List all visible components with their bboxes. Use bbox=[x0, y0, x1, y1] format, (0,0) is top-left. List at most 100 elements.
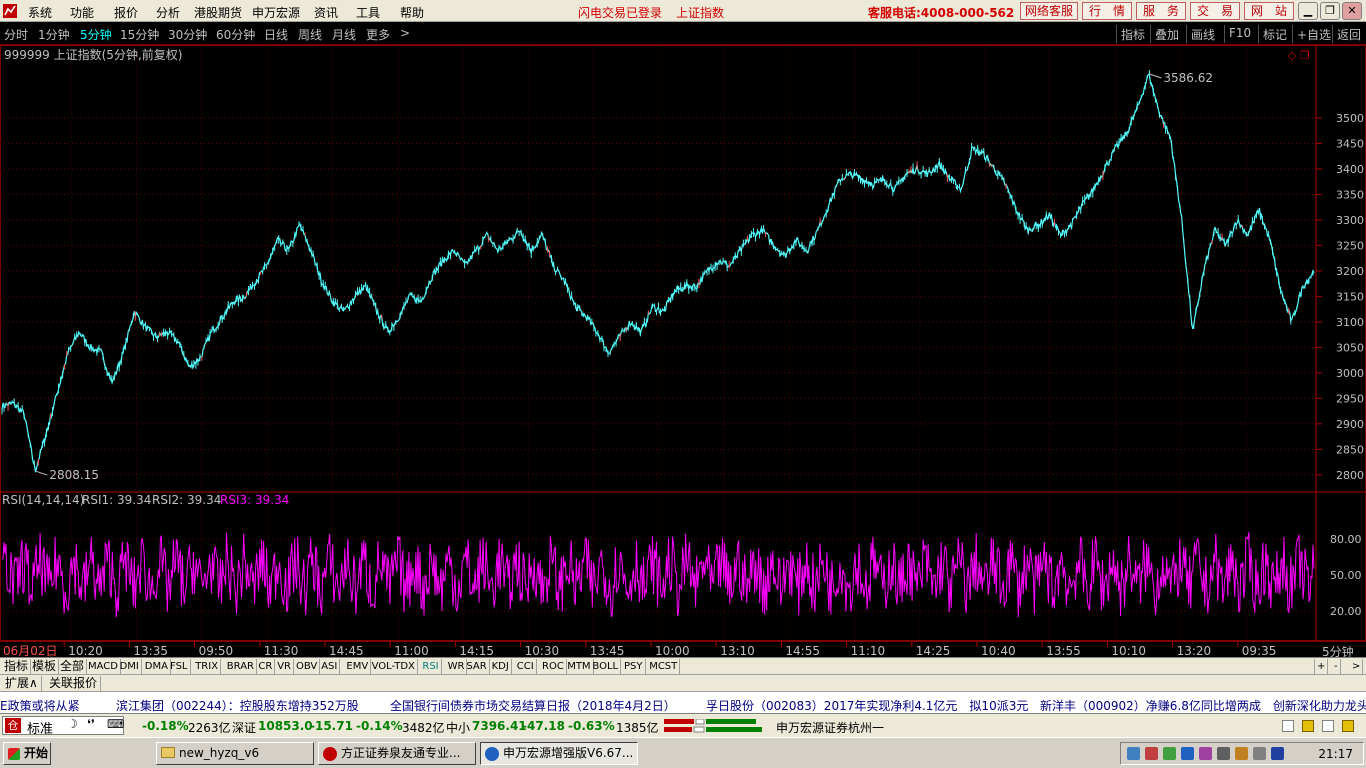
market-button[interactable]: 行 情 bbox=[1082, 2, 1132, 20]
tray-volume-icon[interactable] bbox=[1217, 747, 1230, 760]
quote-icon[interactable]: ❛❜ bbox=[87, 717, 95, 731]
indicator-tab-vr[interactable]: VR bbox=[275, 659, 294, 674]
status-info-icon[interactable] bbox=[1342, 720, 1354, 732]
menu-tools[interactable]: 工具 bbox=[356, 4, 380, 21]
period-weekly[interactable]: 周线 bbox=[298, 26, 322, 43]
period-monthly[interactable]: 月线 bbox=[332, 26, 356, 43]
more-arrow-icon[interactable]: > bbox=[400, 26, 410, 40]
tab-related-quotes[interactable]: 关联报价 bbox=[46, 676, 102, 691]
task-folder[interactable]: new_hyzq_v6 bbox=[156, 742, 314, 765]
ticker-item[interactable]: 孚日股份（002083）2017年实现净利4.1亿元 拟10派3元 bbox=[706, 697, 1028, 713]
indicator-tab-sar[interactable]: SAR bbox=[464, 659, 490, 674]
ticker-item[interactable]: E政策或将从紧 bbox=[0, 697, 80, 713]
indicator-tab-trix[interactable]: TRIX bbox=[193, 659, 222, 674]
x-tick-label: 14:45 bbox=[329, 644, 364, 658]
online-service-button[interactable]: 网络客服 bbox=[1020, 2, 1078, 20]
rsi-title: RSI(14,14,14) bbox=[2, 493, 84, 507]
period-daily[interactable]: 日线 bbox=[264, 26, 288, 43]
close-icon[interactable]: ✕ bbox=[1342, 2, 1362, 20]
status-window-icon[interactable] bbox=[1282, 720, 1294, 732]
period-60min[interactable]: 60分钟 bbox=[216, 26, 255, 43]
task-swhy[interactable]: 申万宏源增强版V6.67... bbox=[480, 742, 638, 765]
indicator-tab-模板[interactable]: 模板 bbox=[30, 659, 60, 674]
trade-button[interactable]: 交 易 bbox=[1190, 2, 1240, 20]
period-intraday[interactable]: 分时 bbox=[4, 26, 28, 43]
website-button[interactable]: 网 站 bbox=[1244, 2, 1294, 20]
night-mode-icon[interactable]: ☽ bbox=[67, 717, 78, 731]
tool-add-watchlist[interactable]: +自选 bbox=[1292, 25, 1335, 43]
y-tick-label: 3200 bbox=[1336, 265, 1364, 278]
ticker-item[interactable]: 滨江集团（002244）：控股股东增持352万股 bbox=[116, 697, 359, 713]
indicator-tab-dma[interactable]: DMA bbox=[143, 659, 171, 674]
tray-app-icon[interactable] bbox=[1145, 747, 1158, 760]
indicator-tab-rsi[interactable]: RSI bbox=[420, 659, 442, 674]
menu-swhy[interactable]: 申万宏源 bbox=[252, 4, 300, 21]
tab-extend[interactable]: 扩展∧ bbox=[2, 676, 42, 691]
menu-help[interactable]: 帮助 bbox=[400, 4, 424, 21]
indicator-tab-psy[interactable]: PSY bbox=[622, 659, 646, 674]
menu-hk-futures[interactable]: 港股期货 bbox=[194, 4, 242, 21]
service-button[interactable]: 服 务 bbox=[1136, 2, 1186, 20]
indicator-tab-mcst[interactable]: MCST bbox=[647, 659, 681, 674]
menu-system[interactable]: 系统 bbox=[28, 4, 52, 21]
tray-antivirus-icon[interactable] bbox=[1199, 747, 1212, 760]
period-more[interactable]: 更多 bbox=[366, 26, 390, 43]
indicator-add-button[interactable]: + bbox=[1314, 659, 1329, 674]
period-5min[interactable]: 5分钟 bbox=[80, 26, 112, 43]
tool-f10[interactable]: F10 bbox=[1224, 25, 1255, 43]
menu-news[interactable]: 资讯 bbox=[314, 4, 338, 21]
tool-draw[interactable]: 画线 bbox=[1186, 25, 1219, 43]
indicator-tab-指标[interactable]: 指标 bbox=[2, 659, 32, 674]
menu-analysis[interactable]: 分析 bbox=[156, 4, 180, 21]
indicator-tab-kdj[interactable]: KDJ bbox=[490, 659, 512, 674]
keyboard-icon[interactable]: ⌨ bbox=[107, 717, 124, 731]
tool-indicator[interactable]: 指标 bbox=[1116, 25, 1149, 43]
tray-update-icon[interactable] bbox=[1181, 747, 1194, 760]
zx-name: 中小 bbox=[446, 721, 471, 735]
indicator-tab-fsl[interactable]: FSL bbox=[168, 659, 191, 674]
period-1min[interactable]: 1分钟 bbox=[38, 26, 70, 43]
indicator-tab-brar[interactable]: BRAR bbox=[225, 659, 257, 674]
clock: 21:17 bbox=[1318, 747, 1353, 761]
chart-expand-icon[interactable]: ◇ ❐ bbox=[1288, 49, 1310, 62]
tool-overlay[interactable]: 叠加 bbox=[1150, 25, 1183, 43]
bluetooth-icon[interactable] bbox=[1271, 747, 1284, 760]
indicator-tab-macd[interactable]: MACD bbox=[86, 659, 121, 674]
tray-security-icon[interactable] bbox=[1163, 747, 1176, 760]
indicator-tab-cci[interactable]: CCI bbox=[515, 659, 537, 674]
indicator-tab-roc[interactable]: ROC bbox=[540, 659, 567, 674]
status-menu-icon[interactable] bbox=[1322, 720, 1334, 732]
chart-area[interactable]: 2800 2850 2900 2950 3000 3050 3100 3150 3200 3250… bbox=[0, 45, 1366, 641]
mode-selector[interactable]: 仓 标准 ☽ ❛❜ ⌨ bbox=[2, 716, 124, 737]
start-button[interactable]: 开始 bbox=[3, 742, 51, 765]
indicator-tab-boll[interactable]: BOLL bbox=[590, 659, 622, 674]
indicator-tab-mtm[interactable]: MTM bbox=[565, 659, 594, 674]
indicator-tab-全部[interactable]: 全部 bbox=[58, 659, 88, 674]
y-tick-label: 3100 bbox=[1336, 316, 1364, 329]
status-alert-icon[interactable] bbox=[1302, 720, 1314, 732]
restore-icon[interactable]: ❐ bbox=[1320, 2, 1340, 20]
period-15min[interactable]: 15分钟 bbox=[120, 26, 159, 43]
indicator-tab-obv[interactable]: OBV bbox=[294, 659, 321, 674]
menu-function[interactable]: 功能 bbox=[70, 4, 94, 21]
minimize-icon[interactable]: ▁ bbox=[1298, 2, 1318, 20]
indicator-tab-emv[interactable]: EMV bbox=[344, 659, 372, 674]
period-30min[interactable]: 30分钟 bbox=[168, 26, 207, 43]
tray-power-icon[interactable] bbox=[1253, 747, 1266, 760]
kline-chart[interactable]: 2800 2850 2900 2950 3000 3050 3100 3150 3200 3250… bbox=[0, 45, 1366, 641]
indicator-tab-asi[interactable]: ASI bbox=[319, 659, 341, 674]
indicator-tab-vol-tdx[interactable]: VOL-TDX bbox=[370, 659, 418, 674]
indicator-tab-dmi[interactable]: DMI bbox=[118, 659, 142, 674]
ticker-item[interactable]: 新洋丰（000902）净赚6.8亿同比增两成 创新深化助力龙头加 bbox=[1040, 697, 1366, 713]
tool-mark[interactable]: 标记 bbox=[1258, 25, 1291, 43]
indicator-tab-cr[interactable]: CR bbox=[256, 659, 276, 674]
tool-back[interactable]: 返回 bbox=[1332, 25, 1365, 43]
ticker-item[interactable]: 全国银行间债券市场交易结算日报（2018年4月2日） bbox=[390, 697, 676, 713]
indicator-remove-button[interactable]: - bbox=[1332, 659, 1341, 674]
tray-ime-icon[interactable] bbox=[1235, 747, 1248, 760]
indicator-next-button[interactable]: > bbox=[1350, 659, 1364, 674]
tray-network-icon[interactable] bbox=[1127, 747, 1140, 760]
task-fangzheng[interactable]: 方正证券泉友通专业... bbox=[318, 742, 476, 765]
menu-quote[interactable]: 报价 bbox=[114, 4, 138, 21]
rsi-series-line bbox=[1, 532, 1315, 618]
